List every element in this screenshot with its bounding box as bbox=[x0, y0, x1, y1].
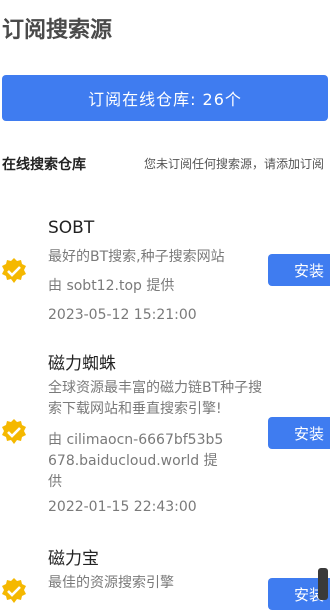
verified-badge-icon bbox=[2, 258, 26, 283]
verified-badge-icon bbox=[2, 578, 26, 603]
section-title: 在线搜索仓库 bbox=[2, 157, 86, 173]
source-date: 2022-01-15 22:43:00 bbox=[48, 499, 197, 515]
scrollbar-thumb[interactable] bbox=[318, 568, 328, 600]
section-note: 您未订阅任何搜索源，请添加订阅 bbox=[144, 157, 325, 171]
install-button[interactable]: 安装 bbox=[268, 417, 330, 449]
subscribed-repos-button[interactable]: 订阅在线仓库: 26个 bbox=[2, 75, 328, 121]
verified-badge-icon bbox=[2, 419, 26, 444]
source-provider: 由 sobt12.top 提供 bbox=[48, 278, 175, 294]
source-description: 全球资源最丰富的磁力链BT种子搜索下载网站和垂直搜索引擎! bbox=[48, 380, 263, 417]
source-name: 磁力蜘蛛 bbox=[48, 354, 116, 374]
page-title: 订阅搜索源 bbox=[2, 18, 113, 43]
source-provider: 由 cilimaocn-6667bf53b5678.baiducloud.wor… bbox=[48, 432, 224, 490]
source-name: 磁力宝 bbox=[48, 549, 99, 569]
source-name: SOBT bbox=[48, 218, 95, 238]
source-description: 最佳的资源搜索引擎 bbox=[48, 575, 174, 591]
source-description: 最好的BT搜索,种子搜索网站 bbox=[48, 249, 225, 265]
install-button[interactable]: 安装 bbox=[268, 254, 330, 286]
source-date: 2023-05-12 15:21:00 bbox=[48, 307, 197, 323]
